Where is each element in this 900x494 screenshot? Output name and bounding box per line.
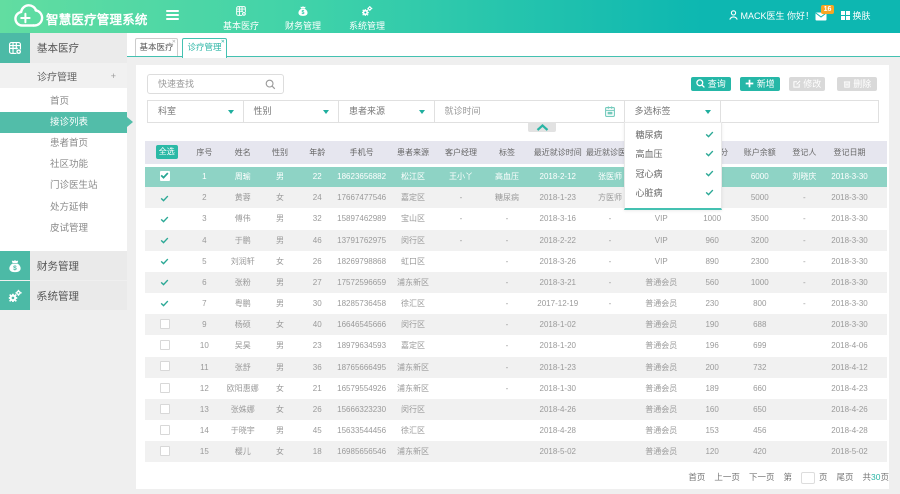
svg-text:$: $ xyxy=(302,10,305,16)
svg-text:$: $ xyxy=(13,264,17,271)
